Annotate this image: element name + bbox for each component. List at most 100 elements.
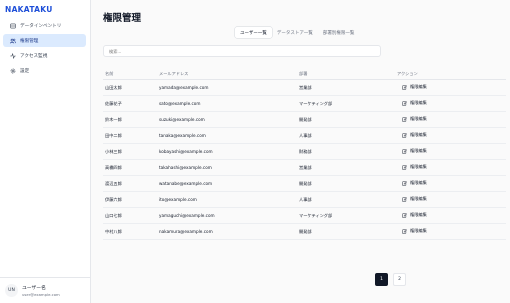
- edit-permission-label: 権限編集: [410, 196, 427, 202]
- cell-department: 開発部: [299, 116, 312, 122]
- cell-email: yamaguchi@example.com: [159, 213, 215, 218]
- tab-user-list[interactable]: ユーザー一覧: [235, 27, 272, 38]
- edit-permission-button[interactable]: 権限編集: [402, 212, 427, 218]
- cell-department: マーケティング部: [299, 100, 333, 106]
- cell-email: tanaka@example.com: [159, 133, 206, 138]
- cell-action: 権限編集: [397, 116, 506, 123]
- edit-icon: [402, 164, 410, 170]
- edit-icon: [402, 180, 410, 186]
- edit-icon: [402, 84, 410, 90]
- cell-action: 権限編集: [397, 180, 506, 187]
- edit-permission-label: 権限編集: [410, 228, 427, 234]
- sidebar-item-permissions[interactable]: 権限管理: [3, 34, 86, 47]
- edit-permission-label: 権限編集: [410, 212, 427, 218]
- edit-icon: [402, 196, 410, 202]
- cell-email: watanabe@example.com: [159, 181, 213, 186]
- edit-permission-label: 権限編集: [410, 132, 427, 138]
- cell-action: 権限編集: [397, 228, 506, 235]
- table-header: 名前 メールアドレス 部署 アクション: [103, 68, 506, 80]
- edit-icon: [402, 132, 410, 138]
- table-row: 高橋四郎 takahashi@example.com 営業部 権限編集: [103, 160, 506, 176]
- search-input[interactable]: [103, 45, 381, 57]
- edit-icon: [402, 212, 410, 218]
- page-title: 権限管理: [103, 13, 142, 24]
- app-root: NAKATAKU データインベントリ 権限管理 アクセス監視 設定 UN ユーザ…: [0, 0, 510, 303]
- page-button-1[interactable]: 1: [375, 273, 388, 286]
- edit-permission-label: 権限編集: [410, 116, 427, 122]
- column-header-email: メールアドレス: [159, 70, 189, 76]
- edit-permission-label: 権限編集: [410, 180, 427, 186]
- table-row: 中村八郎 nakamura@example.com 開発部 権限編集: [103, 224, 506, 240]
- cell-action: 権限編集: [397, 100, 506, 107]
- column-header-name: 名前: [105, 70, 114, 76]
- main-content: 権限管理 ユーザー一覧 データストア一覧 部署別権限一覧 名前 メールアドレス …: [91, 0, 510, 303]
- page-button-2[interactable]: 2: [393, 273, 406, 286]
- table-row: 田中二郎 tanaka@example.com 人事部 権限編集: [103, 128, 506, 144]
- cell-name: 佐藤花子: [105, 100, 122, 106]
- column-header-action: アクション: [397, 70, 418, 76]
- table-body: 山田太郎 yamada@example.com 営業部 権限編集 佐藤花子 sato@ex…: [103, 80, 506, 240]
- cell-name: 伊藤六郎: [105, 196, 122, 202]
- cell-department: 営業部: [299, 164, 312, 170]
- cell-action: 権限編集: [397, 132, 506, 139]
- users-icon: [9, 37, 16, 44]
- edit-permission-button[interactable]: 権限編集: [402, 196, 427, 202]
- edit-permission-button[interactable]: 権限編集: [402, 100, 427, 106]
- cell-name: 中村八郎: [105, 228, 122, 234]
- table-row: 佐藤花子 sato@example.com マーケティング部 権限編集: [103, 96, 506, 112]
- edit-permission-label: 権限編集: [410, 84, 427, 90]
- cell-department: 開発部: [299, 180, 312, 186]
- table-row: 伊藤六郎 ito@example.com 人事部 権限編集: [103, 192, 506, 208]
- cell-department: 財務部: [299, 148, 312, 154]
- edit-permission-button[interactable]: 権限編集: [402, 132, 427, 138]
- user-info: ユーザー名 user@example.com: [22, 284, 60, 297]
- edit-permission-button[interactable]: 権限編集: [402, 116, 427, 122]
- sidebar-item-label: データインベントリ: [20, 23, 62, 29]
- cell-action: 権限編集: [397, 196, 506, 203]
- sidebar-item-access-monitor[interactable]: アクセス監視: [3, 49, 86, 62]
- cell-department: 人事部: [299, 196, 312, 202]
- user-table: 名前 メールアドレス 部署 アクション 山田太郎 yamada@example.c…: [103, 68, 506, 240]
- sidebar-item-label: アクセス監視: [20, 53, 48, 59]
- sidebar-nav: データインベントリ 権限管理 アクセス監視 設定: [3, 19, 86, 79]
- user-profile[interactable]: UN ユーザー名 user@example.com: [0, 277, 90, 303]
- tab-department-permissions[interactable]: 部署別権限一覧: [318, 27, 360, 38]
- cell-email: suzuki@example.com: [159, 117, 205, 122]
- cell-name: 山口七郎: [105, 212, 122, 218]
- cell-email: nakamura@example.com: [159, 229, 213, 234]
- table-row: 山口七郎 yamaguchi@example.com マーケティング部 権限編集: [103, 208, 506, 224]
- column-header-department: 部署: [299, 70, 308, 76]
- edit-permission-button[interactable]: 権限編集: [402, 164, 427, 170]
- cell-name: 小林三郎: [105, 148, 122, 154]
- brand-logo[interactable]: NAKATAKU: [5, 5, 53, 14]
- sidebar-item-label: 設定: [20, 68, 30, 74]
- edit-icon: [402, 100, 410, 106]
- cell-department: 開発部: [299, 228, 312, 234]
- edit-permission-button[interactable]: 権限編集: [402, 84, 427, 90]
- cell-email: takahashi@example.com: [159, 165, 212, 170]
- edit-permission-button[interactable]: 権限編集: [402, 228, 427, 234]
- sidebar-item-settings[interactable]: 設定: [3, 64, 86, 77]
- table-row: 小林三郎 kobayashi@example.com 財務部 権限編集: [103, 144, 506, 160]
- gear-icon: [9, 67, 16, 74]
- tab-bar: ユーザー一覧 データストア一覧 部署別権限一覧: [235, 27, 359, 38]
- cell-email: yamada@example.com: [159, 85, 209, 90]
- cell-name: 田中二郎: [105, 132, 122, 138]
- tab-datastore-list[interactable]: データストア一覧: [272, 27, 318, 38]
- edit-permission-button[interactable]: 権限編集: [402, 180, 427, 186]
- edit-icon: [402, 228, 410, 234]
- edit-permission-label: 権限編集: [410, 100, 427, 106]
- edit-permission-label: 権限編集: [410, 148, 427, 154]
- table-row: 鈴木一郎 suzuki@example.com 開発部 権限編集: [103, 112, 506, 128]
- edit-icon: [402, 116, 410, 122]
- cell-name: 山田太郎: [105, 84, 122, 90]
- user-email: user@example.com: [22, 292, 60, 297]
- cell-action: 権限編集: [397, 212, 506, 219]
- table-row: 山田太郎 yamada@example.com 営業部 権限編集: [103, 80, 506, 96]
- edit-icon: [402, 148, 410, 154]
- avatar: UN: [5, 284, 18, 297]
- edit-permission-button[interactable]: 権限編集: [402, 148, 427, 154]
- cell-department: マーケティング部: [299, 212, 333, 218]
- user-name: ユーザー名: [22, 286, 46, 291]
- sidebar-item-data-inventory[interactable]: データインベントリ: [3, 19, 86, 32]
